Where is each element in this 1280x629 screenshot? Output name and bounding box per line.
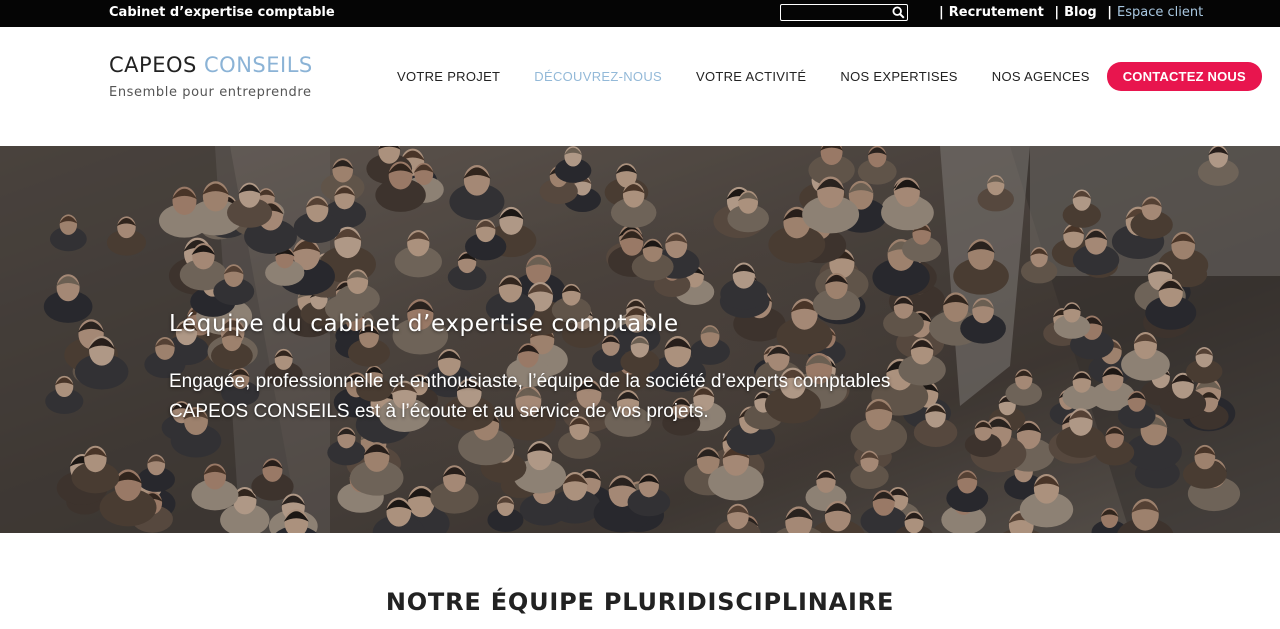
section-title: NOTRE ÉQUIPE PLURIDISCIPLINAIRE — [385, 588, 895, 616]
espace-client-link[interactable]: Espace client — [1117, 5, 1203, 20]
hero-banner: Léquipe du cabinet d’expertise comptable… — [0, 146, 1280, 533]
nav-votre-projet[interactable]: VOTRE PROJET — [380, 63, 517, 90]
nav-nos-expertises[interactable]: NOS EXPERTISES — [823, 63, 974, 90]
logo-tagline: Ensemble pour entreprendre — [109, 85, 312, 100]
hero-title: Léquipe du cabinet d’expertise comptable — [169, 311, 679, 337]
crowd-illustration — [0, 146, 1280, 533]
blog-link[interactable]: Blog — [1064, 5, 1097, 20]
logo-part-conseils: CONSEILS — [204, 53, 313, 77]
top-links: | Recrutement | Blog | Espace client — [937, 5, 1203, 20]
nav-nos-agences[interactable]: NOS AGENCES — [975, 63, 1107, 90]
separator: | — [1054, 5, 1060, 20]
nav-decouvrez-nous[interactable]: DÉCOUVREZ-NOUS — [517, 63, 679, 90]
search-input[interactable] — [781, 5, 889, 21]
top-bar: Cabinet d’expertise comptable | Recruteme… — [0, 0, 1280, 27]
search-icon[interactable] — [892, 6, 905, 19]
logo-part-capeos: CAPEOS — [109, 53, 197, 77]
main-nav: VOTRE PROJET DÉCOUVREZ-NOUS VOTRE ACTIVI… — [380, 62, 1262, 91]
separator: | — [939, 5, 944, 20]
search-box[interactable] — [780, 4, 908, 21]
nav-votre-activite[interactable]: VOTRE ACTIVITÉ — [679, 63, 823, 90]
hero-photo — [0, 146, 1280, 533]
hero-text: Engagée, professionnelle et enthousiaste… — [169, 371, 891, 422]
separator: | — [1107, 5, 1112, 20]
top-tagline: Cabinet d’expertise comptable — [109, 5, 335, 20]
contact-button[interactable]: CONTACTEZ NOUS — [1106, 62, 1262, 91]
recrutement-link[interactable]: Recrutement — [949, 5, 1044, 20]
site-logo[interactable]: CAPEOS CONSEILS Ensemble pour entreprend… — [109, 54, 313, 100]
logo-wordmark: CAPEOS CONSEILS — [109, 54, 313, 76]
